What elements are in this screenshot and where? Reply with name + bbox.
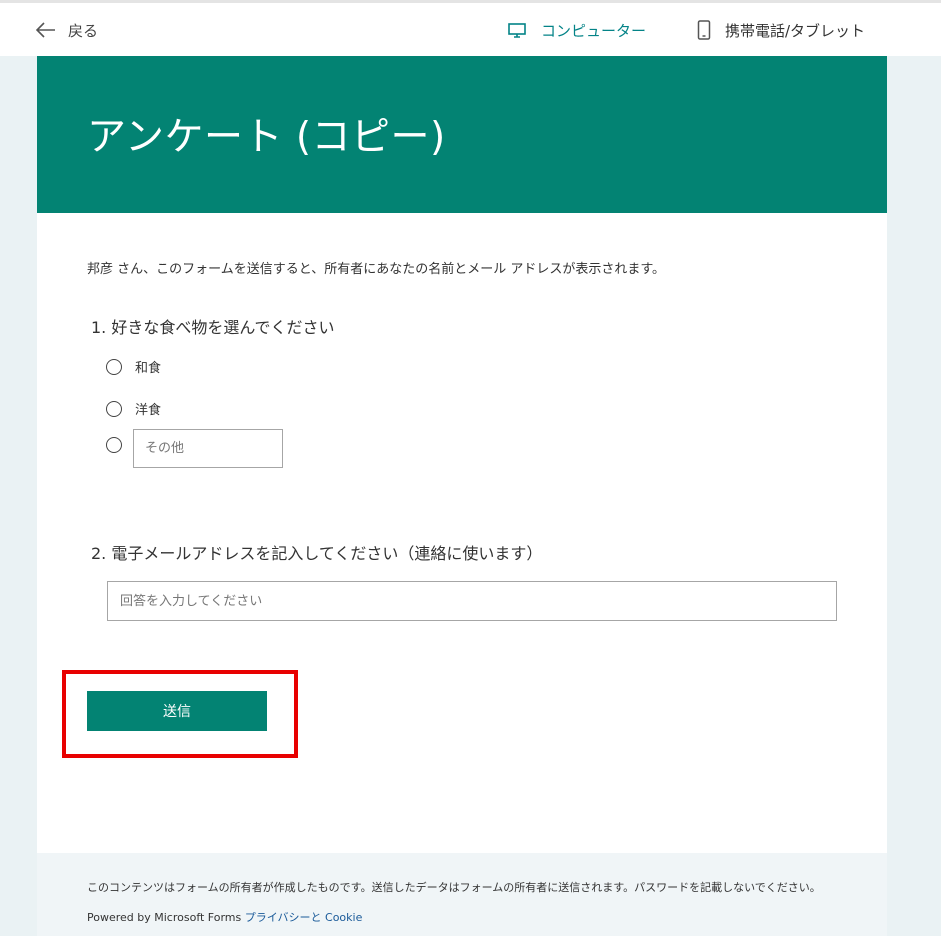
option-label: 和食 — [135, 361, 162, 376]
question-1-title: 1. 好きな食べ物を選んでください — [91, 318, 335, 337]
computer-view-button[interactable]: コンピューター — [507, 15, 646, 45]
computer-view-label: コンピューター — [541, 21, 647, 40]
powered-by-text: Powered by Microsoft Forms — [87, 911, 242, 924]
top-navigation-bar: 戻る コンピューター 携帯電話/タブレット — [0, 0, 941, 56]
form-footer: このコンテンツはフォームの所有者が作成したものです。送信したデータはフォームの所… — [37, 853, 887, 936]
radio-button[interactable] — [106, 400, 122, 417]
option-label: 洋食 — [135, 403, 162, 418]
form-title: アンケート (コピー) — [87, 115, 446, 160]
privacy-cookie-link[interactable]: プライバシーと Cookie — [245, 911, 363, 924]
identity-notice: 邦彦 さん、このフォームを送信すると、所有者にあなたの名前とメール アドレスが表… — [87, 262, 666, 277]
form-header: アンケート (コピー) — [37, 56, 887, 213]
question-2-title: 2. 電子メールアドレスを記入してください（連絡に使います） — [91, 544, 543, 563]
other-text-input[interactable] — [133, 429, 283, 468]
back-button[interactable]: 戻る — [36, 15, 98, 45]
highlight-annotation — [62, 670, 298, 758]
option-other[interactable] — [106, 437, 122, 453]
option-yoshoku[interactable]: 洋食 — [106, 399, 161, 418]
radio-button[interactable] — [106, 437, 122, 453]
radio-button[interactable] — [106, 358, 122, 375]
footer-disclaimer: このコンテンツはフォームの所有者が作成したものです。送信したデータはフォームの所… — [87, 881, 821, 894]
footer-powered-by: Powered by Microsoft Forms プライバシーと Cooki… — [87, 909, 362, 925]
back-label: 戻る — [68, 21, 99, 40]
mobile-view-button[interactable]: 携帯電話/タブレット — [697, 15, 865, 45]
mobile-view-label: 携帯電話/タブレット — [725, 21, 866, 40]
email-answer-input[interactable] — [107, 581, 837, 621]
phone-icon — [697, 20, 711, 40]
option-washoku[interactable]: 和食 — [106, 357, 161, 376]
arrow-left-icon — [36, 22, 55, 38]
monitor-icon — [508, 23, 526, 38]
